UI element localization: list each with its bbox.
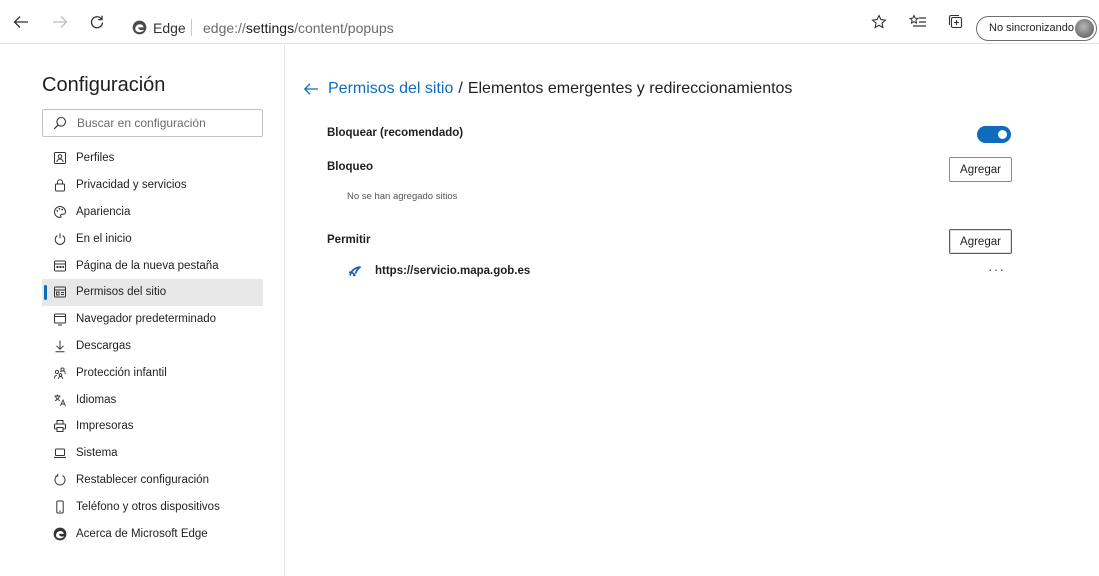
settings-sidebar: Configuración Perfiles Privacidad y serv… xyxy=(0,45,285,576)
edge-logo-icon xyxy=(132,20,147,35)
sidebar-item-proteccion-infantil[interactable]: Protección infantil xyxy=(42,359,263,386)
address-bar-url[interactable]: edge://settings/content/popups xyxy=(203,20,394,37)
sidebar-item-perfiles[interactable]: Perfiles xyxy=(42,145,263,172)
block-toggle-label: Bloquear (recomendado) xyxy=(327,127,464,139)
favorites-list-icon[interactable] xyxy=(907,11,929,33)
allow-section-heading: Permitir xyxy=(327,234,371,246)
browser-window-icon xyxy=(52,311,68,327)
profile-icon xyxy=(52,150,68,166)
back-arrow-icon[interactable] xyxy=(302,81,320,97)
site-favicon-icon xyxy=(348,266,361,277)
settings-search[interactable] xyxy=(42,109,263,137)
reset-icon xyxy=(52,472,68,488)
profile-button[interactable]: No sincronizando xyxy=(976,16,1097,41)
download-icon xyxy=(52,338,68,354)
sidebar-item-restablecer[interactable]: Restablecer configuración xyxy=(42,467,263,494)
sidebar-item-descargas[interactable]: Descargas xyxy=(42,333,263,360)
phone-icon xyxy=(52,499,68,515)
family-icon xyxy=(52,365,68,381)
allowed-site-url: https://servicio.mapa.gob.es xyxy=(375,265,531,277)
block-popups-toggle[interactable] xyxy=(977,126,1011,143)
new-tab-icon xyxy=(52,258,68,274)
sidebar-item-impresoras[interactable]: Impresoras xyxy=(42,413,263,440)
refresh-icon[interactable] xyxy=(86,11,108,33)
sidebar-item-acerca-de[interactable]: Acerca de Microsoft Edge xyxy=(42,520,263,547)
block-section-heading: Bloqueo xyxy=(327,161,373,173)
search-input[interactable] xyxy=(77,114,257,132)
sidebar-item-telefono[interactable]: Teléfono y otros dispositivos xyxy=(42,493,263,520)
collections-icon[interactable] xyxy=(945,11,967,33)
page-title: Elementos emergentes y redireccionamient… xyxy=(467,80,793,97)
sidebar-item-inicio[interactable]: En el inicio xyxy=(42,225,263,252)
settings-nav: Perfiles Privacidad y servicios Aparienc… xyxy=(42,145,263,547)
sidebar-item-privacidad[interactable]: Privacidad y servicios xyxy=(42,172,263,199)
settings-content: Permisos del sitio / Elementos emergente… xyxy=(286,45,1099,576)
search-icon xyxy=(53,116,67,130)
laptop-icon xyxy=(52,445,68,461)
sidebar-item-apariencia[interactable]: Apariencia xyxy=(42,199,263,226)
lock-icon xyxy=(52,177,68,193)
breadcrumb-link-site-permissions[interactable]: Permisos del sitio xyxy=(328,80,453,98)
more-options-icon[interactable]: ··· xyxy=(988,261,1005,277)
power-icon xyxy=(52,231,68,247)
edge-logo-icon xyxy=(52,526,68,542)
sidebar-item-permisos-sitio[interactable]: Permisos del sitio xyxy=(42,278,263,306)
address-divider xyxy=(191,19,192,36)
avatar xyxy=(1075,19,1094,38)
profile-sync-label: No sincronizando xyxy=(989,22,1074,34)
palette-icon xyxy=(52,204,68,220)
language-icon xyxy=(52,392,68,408)
settings-title: Configuración xyxy=(42,74,166,96)
sidebar-item-navegador-predeterminado[interactable]: Navegador predeterminado xyxy=(42,306,263,333)
sidebar-item-nueva-pestana[interactable]: Página de la nueva pestaña xyxy=(42,252,263,279)
add-allow-site-button[interactable]: Agregar xyxy=(949,229,1012,254)
sidebar-item-idiomas[interactable]: Idiomas xyxy=(42,386,263,413)
breadcrumb: Permisos del sitio / Elementos emergente… xyxy=(302,80,792,98)
site-permissions-icon xyxy=(52,284,68,300)
add-block-site-button[interactable]: Agregar xyxy=(949,157,1012,182)
browser-toolbar: Edge edge://settings/content/popups No s… xyxy=(0,0,1099,44)
back-icon[interactable] xyxy=(10,11,32,33)
address-brand: Edge xyxy=(153,20,186,36)
favorite-star-icon[interactable] xyxy=(868,11,890,33)
breadcrumb-separator: / xyxy=(458,80,463,97)
block-empty-message: No se han agregado sitios xyxy=(347,191,458,202)
sidebar-item-sistema[interactable]: Sistema xyxy=(42,440,263,467)
forward-icon[interactable] xyxy=(49,11,71,33)
printer-icon xyxy=(52,418,68,434)
